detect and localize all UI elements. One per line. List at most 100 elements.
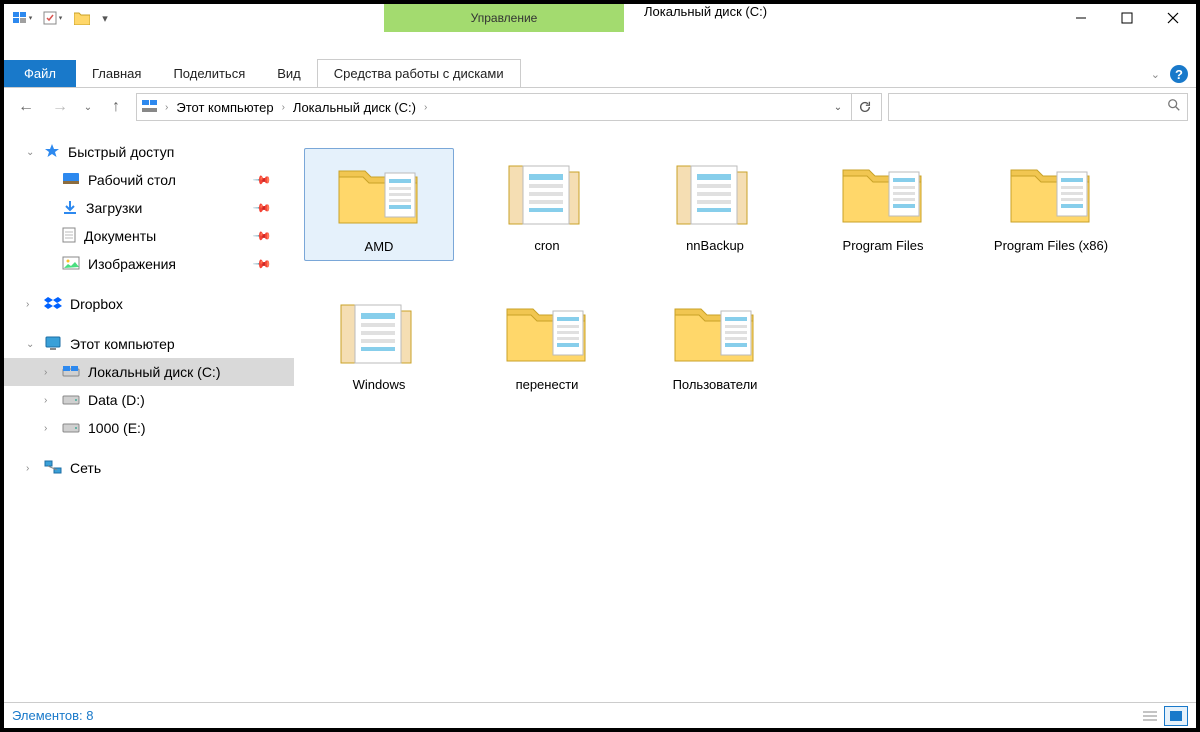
sidebar-network[interactable]: › Сеть bbox=[4, 454, 294, 482]
folder-item[interactable]: AMD bbox=[304, 148, 454, 261]
folder-item[interactable]: cron bbox=[472, 148, 622, 261]
downloads-icon bbox=[62, 199, 78, 218]
folder-icon bbox=[499, 152, 595, 232]
drive-icon bbox=[62, 420, 80, 436]
window-title: Локальный диск (C:) bbox=[644, 4, 767, 19]
context-tab-header: Управление bbox=[384, 4, 624, 32]
folder-item[interactable]: Program Files (x86) bbox=[976, 148, 1126, 261]
tab-drive-tools[interactable]: Средства работы с дисками bbox=[317, 59, 521, 87]
address-history-dropdown[interactable]: ⌄ bbox=[825, 94, 851, 120]
sidebar-this-pc[interactable]: ⌄ Этот компьютер bbox=[4, 330, 294, 358]
nav-recent-dropdown[interactable]: ⌄ bbox=[80, 93, 96, 121]
folder-item[interactable]: nnBackup bbox=[640, 148, 790, 261]
qat-this-pc-icon[interactable]: ▾ bbox=[8, 6, 36, 30]
chevron-right-icon[interactable]: › bbox=[44, 423, 56, 434]
sidebar-item-label: Этот компьютер bbox=[70, 336, 175, 352]
drive-icon bbox=[62, 392, 80, 408]
sidebar-item-label: Изображения bbox=[88, 256, 176, 272]
chevron-down-icon[interactable]: ⌄ bbox=[26, 147, 38, 158]
pin-icon: 📌 bbox=[252, 198, 272, 218]
qat-properties-icon[interactable]: ▾ bbox=[38, 6, 66, 30]
address-bar[interactable]: › Этот компьютер › Локальный диск (C:) ›… bbox=[136, 93, 882, 121]
breadcrumb-sep-icon[interactable]: › bbox=[422, 102, 429, 113]
help-icon[interactable]: ? bbox=[1170, 65, 1188, 83]
sidebar-desktop[interactable]: Рабочий стол 📌 bbox=[4, 166, 294, 194]
folder-icon bbox=[1003, 152, 1099, 232]
close-button[interactable] bbox=[1150, 4, 1196, 32]
folder-name: nnBackup bbox=[686, 238, 744, 255]
breadcrumb-local-disk[interactable]: Локальный диск (C:) bbox=[291, 100, 418, 115]
folder-icon bbox=[667, 291, 763, 371]
sidebar-dropbox[interactable]: › Dropbox bbox=[4, 290, 294, 318]
sidebar-data-e[interactable]: › 1000 (E:) bbox=[4, 414, 294, 442]
drive-icon bbox=[141, 98, 159, 117]
sidebar-item-label: Быстрый доступ bbox=[68, 144, 174, 160]
view-large-icons-button[interactable] bbox=[1164, 706, 1188, 726]
pictures-icon bbox=[62, 256, 80, 273]
folder-name: Пользователи bbox=[673, 377, 758, 394]
nav-back-button[interactable]: ← bbox=[12, 93, 40, 121]
sidebar-item-label: Рабочий стол bbox=[88, 172, 176, 188]
folder-name: cron bbox=[534, 238, 559, 255]
chevron-right-icon[interactable]: › bbox=[26, 463, 38, 474]
folder-icon bbox=[499, 291, 595, 371]
sidebar-item-label: Загрузки bbox=[86, 200, 142, 216]
folder-name: Program Files (x86) bbox=[994, 238, 1108, 255]
folder-name: перенести bbox=[516, 377, 579, 394]
tab-view[interactable]: Вид bbox=[261, 60, 317, 87]
this-pc-icon bbox=[44, 335, 62, 354]
tab-share[interactable]: Поделиться bbox=[157, 60, 261, 87]
pin-icon: 📌 bbox=[252, 254, 272, 274]
folder-item[interactable]: Windows bbox=[304, 287, 454, 398]
breadcrumb-this-pc[interactable]: Этот компьютер bbox=[174, 100, 275, 115]
chevron-right-icon[interactable]: › bbox=[44, 367, 56, 378]
folder-icon bbox=[667, 152, 763, 232]
view-details-button[interactable] bbox=[1138, 706, 1162, 726]
sidebar-downloads[interactable]: Загрузки 📌 bbox=[4, 194, 294, 222]
documents-icon bbox=[62, 227, 76, 246]
folder-item[interactable]: Program Files bbox=[808, 148, 958, 261]
navigation-pane: ⌄ Быстрый доступ Рабочий стол 📌 Загрузки… bbox=[4, 126, 294, 702]
network-icon bbox=[44, 460, 62, 477]
status-items-count: 8 bbox=[86, 708, 93, 723]
refresh-button[interactable] bbox=[851, 94, 877, 120]
chevron-right-icon[interactable]: › bbox=[26, 299, 38, 310]
folder-item[interactable]: Пользователи bbox=[640, 287, 790, 398]
folder-name: AMD bbox=[365, 239, 394, 256]
chevron-down-icon[interactable]: ⌄ bbox=[26, 339, 38, 350]
sidebar-item-label: Документы bbox=[84, 228, 156, 244]
qat-customize-icon[interactable]: ▾ bbox=[98, 6, 112, 30]
sidebar-local-disk-c[interactable]: › Локальный диск (C:) bbox=[4, 358, 294, 386]
pin-icon: 📌 bbox=[252, 226, 272, 246]
nav-forward-button: → bbox=[46, 93, 74, 121]
nav-up-button[interactable]: ↑ bbox=[102, 93, 130, 121]
breadcrumb-sep-icon[interactable]: › bbox=[163, 102, 170, 113]
folder-name: Program Files bbox=[843, 238, 924, 255]
desktop-icon bbox=[62, 172, 80, 189]
folder-icon bbox=[835, 152, 931, 232]
status-items-label: Элементов: bbox=[12, 708, 83, 723]
sidebar-documents[interactable]: Документы 📌 bbox=[4, 222, 294, 250]
breadcrumb-sep-icon[interactable]: › bbox=[280, 102, 287, 113]
folder-icon bbox=[331, 291, 427, 371]
search-input[interactable] bbox=[895, 100, 1167, 115]
ribbon-expand-icon[interactable]: ⌄ bbox=[1151, 68, 1160, 81]
folder-name: Windows bbox=[353, 377, 406, 394]
sidebar-quick-access[interactable]: ⌄ Быстрый доступ bbox=[4, 138, 294, 166]
tab-file[interactable]: Файл bbox=[4, 60, 76, 87]
minimize-button[interactable] bbox=[1058, 4, 1104, 32]
qat-new-folder-icon[interactable] bbox=[68, 6, 96, 30]
sidebar-item-label: Сеть bbox=[70, 460, 101, 476]
chevron-right-icon[interactable]: › bbox=[44, 395, 56, 406]
sidebar-data-d[interactable]: › Data (D:) bbox=[4, 386, 294, 414]
folder-item[interactable]: перенести bbox=[472, 287, 622, 398]
quick-access-star-icon bbox=[44, 143, 60, 162]
pin-icon: 📌 bbox=[252, 170, 272, 190]
search-icon[interactable] bbox=[1167, 98, 1181, 117]
sidebar-item-label: Локальный диск (C:) bbox=[88, 364, 221, 380]
file-pane[interactable]: AMD cron nnBackup Program Files Program File… bbox=[294, 126, 1196, 702]
tab-home[interactable]: Главная bbox=[76, 60, 157, 87]
maximize-button[interactable] bbox=[1104, 4, 1150, 32]
sidebar-item-label: Data (D:) bbox=[88, 392, 145, 408]
sidebar-pictures[interactable]: Изображения 📌 bbox=[4, 250, 294, 278]
